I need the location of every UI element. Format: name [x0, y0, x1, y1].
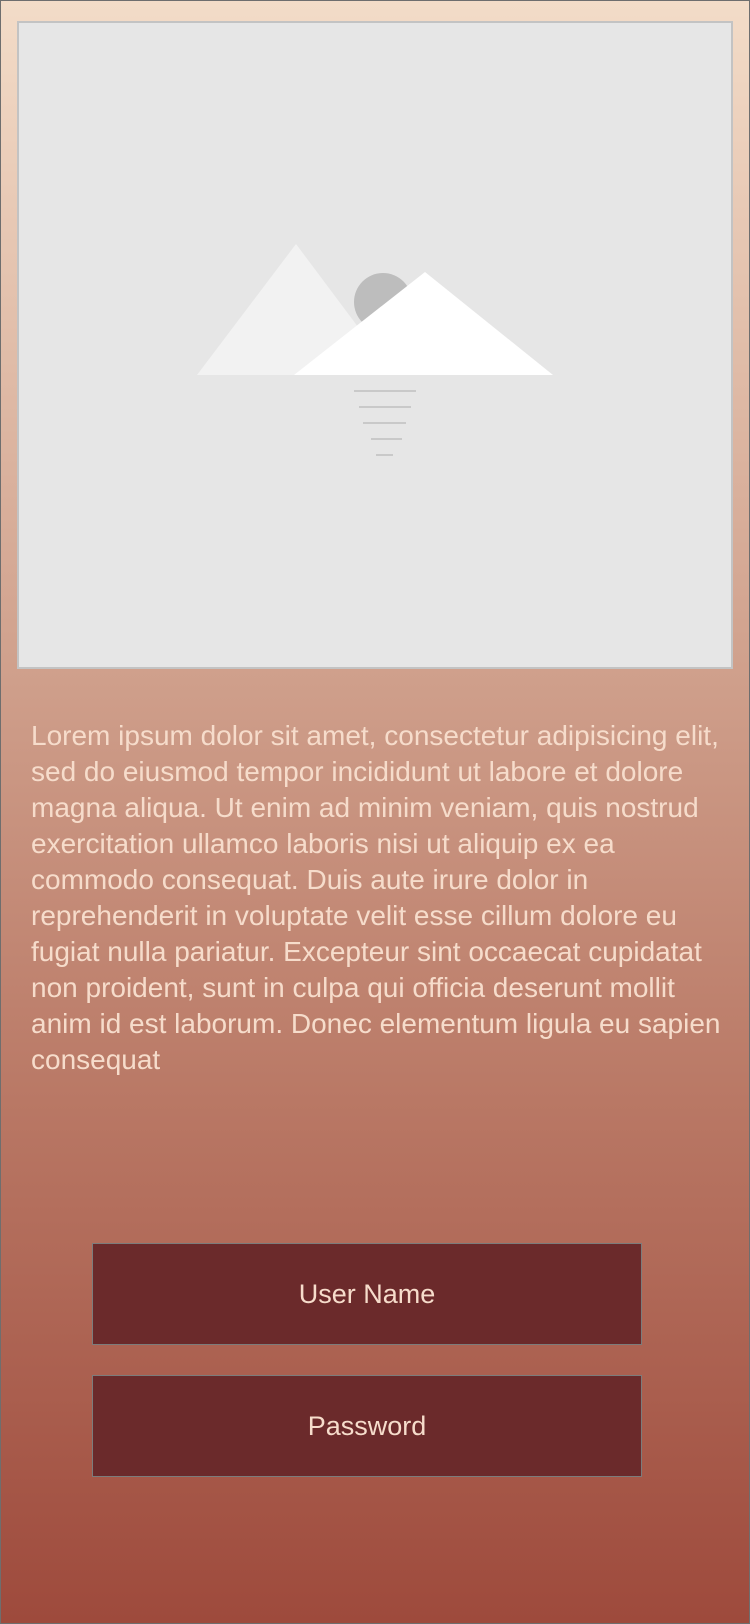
image-placeholder [17, 21, 733, 669]
login-screen: Lorem ipsum dolor sit amet, consectetur … [0, 0, 750, 1624]
username-field[interactable] [92, 1243, 642, 1345]
password-field[interactable] [92, 1375, 642, 1477]
landscape-placeholder-icon [197, 244, 553, 456]
body-paragraph: Lorem ipsum dolor sit amet, consectetur … [31, 720, 721, 1075]
